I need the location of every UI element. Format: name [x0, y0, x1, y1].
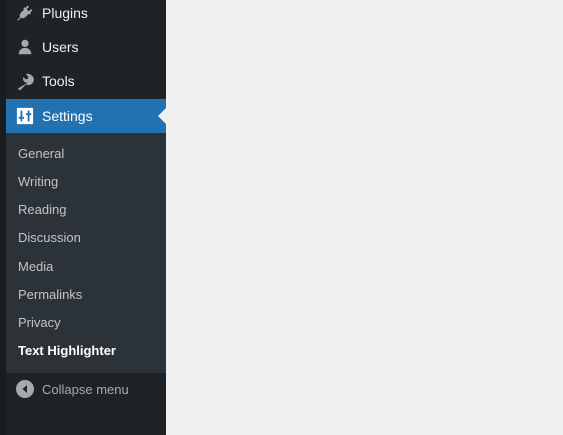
- submenu-item-permalinks[interactable]: Permalinks: [18, 285, 82, 305]
- admin-sidebar: Plugins Users Tools Settings General Wri…: [0, 0, 166, 435]
- submenu-item-privacy[interactable]: Privacy: [18, 313, 61, 333]
- menu-item-plugins[interactable]: Plugins: [6, 0, 166, 30]
- submenu-item-writing[interactable]: Writing: [18, 172, 58, 192]
- users-icon: [15, 37, 35, 57]
- tools-icon: [15, 71, 35, 91]
- submenu-item-text-highlighter[interactable]: Text Highlighter: [18, 341, 116, 361]
- submenu-item-general[interactable]: General: [18, 144, 64, 164]
- menu-item-label: Plugins: [42, 5, 88, 21]
- settings-submenu: General Writing Reading Discussion Media…: [6, 133, 166, 373]
- current-indicator-arrow: [158, 108, 166, 124]
- settings-icon: [15, 106, 35, 126]
- menu-item-users[interactable]: Users: [6, 30, 166, 64]
- submenu-item-media[interactable]: Media: [18, 257, 53, 277]
- menu-item-label: Users: [42, 39, 79, 55]
- menu-item-label: Tools: [42, 73, 75, 89]
- submenu-item-discussion[interactable]: Discussion: [18, 228, 81, 248]
- submenu-item-reading[interactable]: Reading: [18, 200, 66, 220]
- collapse-menu-button[interactable]: Collapse menu: [6, 373, 166, 405]
- menu-item-label: Settings: [42, 108, 93, 124]
- menu-item-tools[interactable]: Tools: [6, 64, 166, 98]
- collapse-icon: [16, 380, 34, 398]
- main-content-area: [166, 0, 563, 435]
- collapse-menu-label: Collapse menu: [42, 381, 129, 397]
- plugins-icon: [15, 3, 35, 23]
- menu-item-settings[interactable]: Settings: [6, 99, 166, 133]
